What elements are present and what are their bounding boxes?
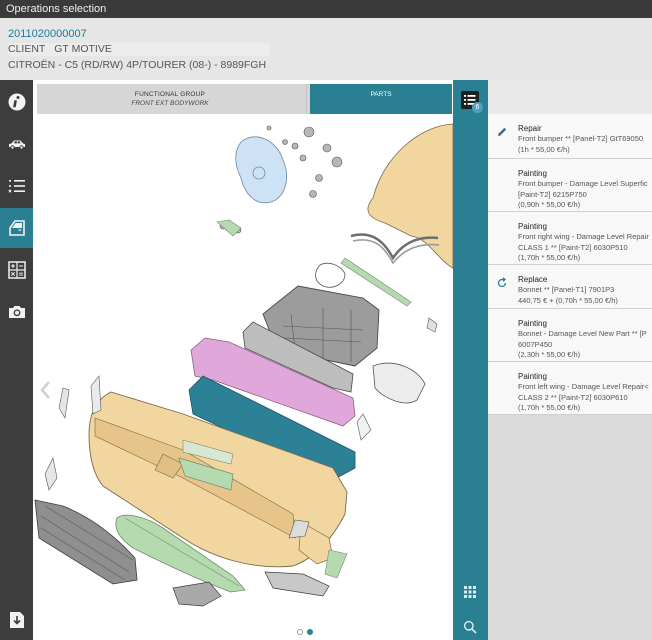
operation-line: (1h * 55,00 €/h) <box>518 144 570 154</box>
window-title: Operations selection <box>0 0 652 18</box>
left-sidebar <box>0 80 33 640</box>
operation-line: (1,70h * 55,00 €/h) <box>518 253 581 262</box>
operation-line: Bonnet - Damage Level New Part ** [P <box>518 329 647 338</box>
operation-item[interactable]: Painting Bonnet - Damage Level New Part … <box>488 309 652 362</box>
operation-item[interactable]: Painting Front left wing - Damage Level … <box>488 362 652 415</box>
calculator-icon <box>7 261 26 279</box>
operation-line: CLASS 1 ** [Paint-T2] 6030P510 <box>518 242 628 252</box>
sidebar-item-photos[interactable] <box>0 292 33 332</box>
operation-item[interactable]: Painting Front right wing - Damage Level… <box>488 212 652 265</box>
operation-line: (0,90h * 55,00 €/h) <box>518 200 581 209</box>
operation-line: 6007P450 <box>518 339 553 349</box>
camera-icon <box>8 306 25 318</box>
sidebar-item-checklist[interactable] <box>0 166 33 206</box>
grid-view-icon[interactable] <box>463 585 477 599</box>
operations-list: Repair Front bumper ** [Panel-T2] GtT690… <box>488 114 652 640</box>
pager-dot-1[interactable] <box>297 629 303 635</box>
claim-header: 2011020000007 CLIENT GT MOTIVE CITROËN -… <box>0 18 652 80</box>
sidebar-item-calculator[interactable] <box>0 250 33 290</box>
operation-line: (1,70h * 55,00 €/h) <box>518 403 581 412</box>
operation-line: Front bumper - Damage Level Superfic <box>518 179 648 188</box>
operation-type: Painting <box>518 372 547 381</box>
info-icon <box>8 93 25 111</box>
pencil-icon[interactable] <box>496 126 508 138</box>
client-name: GT MOTIVE <box>54 43 112 55</box>
exploded-parts-diagram[interactable] <box>33 118 453 628</box>
claim-number[interactable]: 2011020000007 <box>8 28 87 40</box>
operation-line: CLASS 2 ** [Paint-T2] 6030P610 <box>518 392 628 402</box>
sidebar-item-vehicle[interactable] <box>0 124 33 164</box>
client-label: CLIENT <box>8 43 46 55</box>
vehicle-description: CITROËN - C5 (RD/RW) 4P/TOURER (08-) - 8… <box>8 59 267 71</box>
operation-type: Repair <box>518 124 542 133</box>
tab-parts[interactable]: PARTS <box>310 84 452 114</box>
client-info: CLIENT GT MOTIVE <box>8 43 270 56</box>
search-icon[interactable] <box>463 620 477 634</box>
operation-type: Painting <box>518 222 547 231</box>
operations-toolbar: 6 <box>453 80 488 640</box>
functional-group-dropdown[interactable]: FUNCTIONAL GROUP FRONT EXT BODYWORK <box>37 84 337 114</box>
door-icon <box>8 220 25 236</box>
operations-selection-window: Operations selection 2011020000007 CLIEN… <box>0 0 652 640</box>
sidebar-item-download[interactable] <box>0 600 33 640</box>
operation-item[interactable]: Replace Bonnet ** [Panel-T1] 7901P3 440,… <box>488 265 652 309</box>
checklist-icon <box>7 180 25 193</box>
download-icon <box>9 612 24 628</box>
replace-icon[interactable] <box>496 277 508 289</box>
operation-item[interactable]: Painting Front bumper - Damage Level Sup… <box>488 159 652 212</box>
part-headlamp-bracket[interactable] <box>235 136 287 204</box>
pager-dot-2[interactable] <box>307 629 313 635</box>
pager-dots <box>297 629 313 635</box>
parts-diagram-panel: FUNCTIONAL GROUP FRONT EXT BODYWORK PART… <box>33 80 453 640</box>
operation-line: 440,75 € + (0,70h * 55,00 €/h) <box>518 295 618 305</box>
operation-line: Bonnet ** [Panel-T1] 7901P3 <box>518 285 615 294</box>
operation-line: Front left wing - Damage Level Repair< <box>518 382 649 391</box>
car-icon <box>8 140 25 150</box>
operation-line: Front right wing - Damage Level Repair <box>518 232 649 241</box>
operation-type: Painting <box>518 169 547 178</box>
sidebar-item-bodywork[interactable] <box>0 208 33 248</box>
operation-type: Replace <box>518 275 548 284</box>
operation-item[interactable]: Repair Front bumper ** [Panel-T2] GtT690… <box>488 114 652 159</box>
operation-line: Front bumper ** [Panel-T2] GtT69050 <box>518 134 644 143</box>
sidebar-item-info[interactable] <box>0 82 33 122</box>
functional-group-label: FUNCTIONAL GROUP <box>134 91 206 98</box>
functional-group-value: FRONT EXT BODYWORK <box>131 100 209 107</box>
operation-line: (2,30h * 55,00 €/h) <box>518 350 581 359</box>
operation-line: [Paint-T2] 6215P750 <box>518 189 587 199</box>
operation-type: Painting <box>518 319 547 328</box>
operations-count-badge: 6 <box>472 102 483 113</box>
